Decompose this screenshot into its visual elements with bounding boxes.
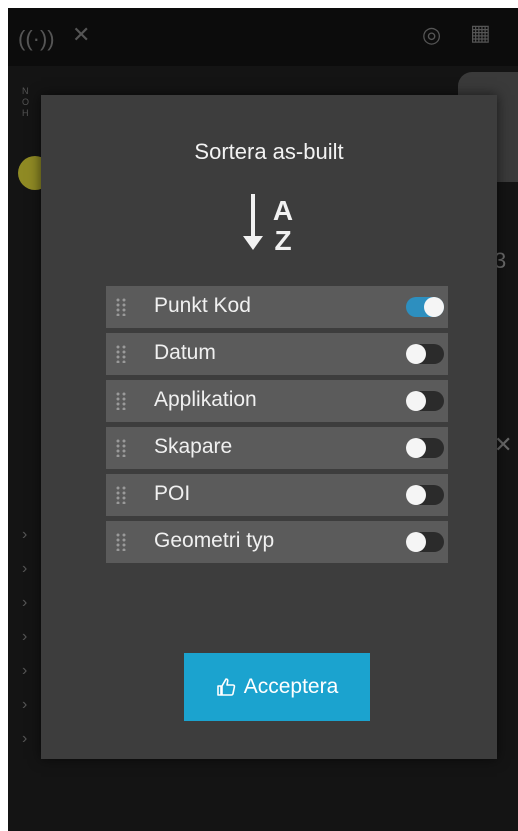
toggle-knob — [406, 438, 426, 458]
drag-handle-icon[interactable] — [116, 345, 126, 363]
toggle-knob — [406, 391, 426, 411]
sort-item-label: POI — [154, 482, 191, 505]
survey-tool-icon: ✕ — [72, 22, 91, 47]
sort-item-label: Skapare — [154, 435, 233, 458]
sort-dialog: Sortera as-built A Z Punkt Kod Datum App… — [41, 95, 497, 759]
gnss-signal-icon: ((·)) — [18, 26, 55, 51]
sort-item-label: Punkt Kod — [154, 294, 251, 317]
accept-button[interactable]: Acceptera — [184, 653, 370, 721]
sort-item-toggle[interactable] — [406, 344, 444, 364]
drag-handle-icon[interactable] — [116, 392, 126, 410]
sort-item-toggle[interactable] — [406, 391, 444, 411]
background-chevron-icon: › — [22, 560, 28, 577]
sort-item-poi[interactable]: POI — [106, 474, 448, 516]
thumbs-up-icon — [216, 678, 235, 696]
accept-button-label: Acceptera — [243, 675, 339, 698]
toggle-knob — [406, 344, 426, 364]
device-screen: ((·)) ✕ ◎ ▦ NOH 3 ✕ › › › › › › › Sorter… — [8, 8, 518, 831]
sort-item-skapare[interactable]: Skapare — [106, 427, 448, 469]
background-chevron-icon: › — [22, 696, 28, 713]
sort-item-punkt-kod[interactable]: Punkt Kod — [106, 286, 448, 328]
sort-item-label: Geometri typ — [154, 529, 275, 552]
drag-handle-icon[interactable] — [116, 486, 126, 504]
sort-item-datum[interactable]: Datum — [106, 333, 448, 375]
dialog-title: Sortera as-built — [194, 139, 344, 164]
background-chevron-icon: › — [22, 594, 28, 611]
toggle-knob — [424, 297, 444, 317]
sort-item-label: Applikation — [154, 388, 257, 411]
sort-alphabetical-icon[interactable]: A Z — [241, 190, 301, 254]
sort-item-applikation[interactable]: Applikation — [106, 380, 448, 422]
svg-text:A: A — [273, 195, 293, 226]
drag-handle-icon[interactable] — [116, 298, 126, 316]
background-chevron-icon: › — [22, 628, 28, 645]
sort-item-label: Datum — [154, 341, 216, 364]
locate-icon: ◎ — [422, 22, 442, 47]
background-chevron-icon: › — [22, 662, 28, 679]
sort-item-toggle[interactable] — [406, 532, 444, 552]
sort-criteria-list: Punkt Kod Datum Applikation Skapare POI — [106, 286, 448, 568]
toggle-knob — [406, 485, 426, 505]
background-chevron-icon: › — [22, 526, 28, 543]
drag-handle-icon[interactable] — [116, 533, 126, 551]
layers-icon: ▦ — [470, 20, 491, 45]
drag-handle-icon[interactable] — [116, 439, 126, 457]
background-chevron-icon: › — [22, 730, 28, 747]
sort-item-toggle[interactable] — [406, 297, 444, 317]
sort-item-toggle[interactable] — [406, 485, 444, 505]
background-coordinates: NOH — [22, 86, 30, 118]
sort-item-geometri-typ[interactable]: Geometri typ — [106, 521, 448, 563]
sort-item-toggle[interactable] — [406, 438, 444, 458]
toggle-knob — [406, 532, 426, 552]
svg-text:Z: Z — [274, 225, 291, 254]
